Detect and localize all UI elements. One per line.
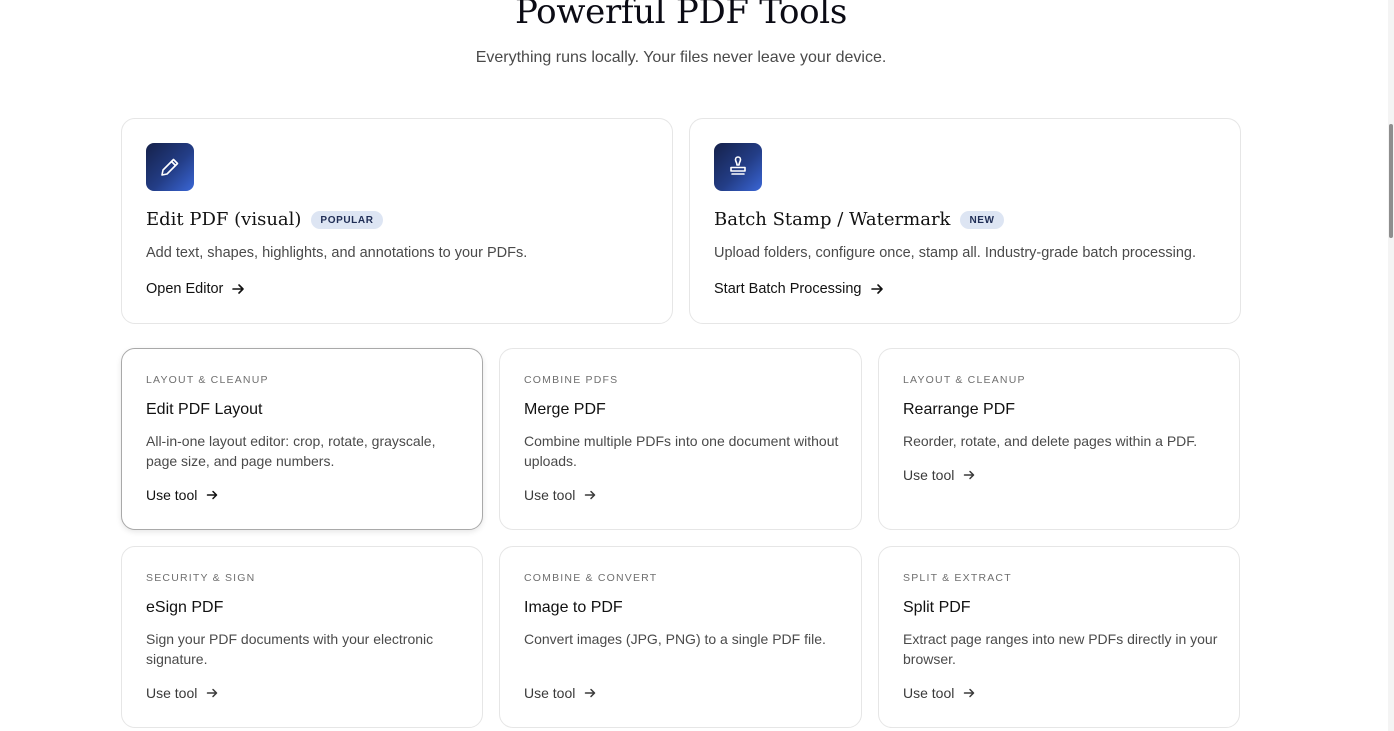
arrow-right-icon (585, 490, 596, 500)
tool-category: SECURITY & SIGN (146, 572, 256, 584)
tool-card-esign-pdf[interactable]: SECURITY & SIGN eSign PDF Sign your PDF … (121, 546, 483, 728)
page-title: Powerful PDF Tools (514, 0, 848, 32)
scrollbar-thumb[interactable] (1389, 124, 1393, 238)
tool-category: LAYOUT & CLEANUP (903, 374, 1026, 386)
featured-title: Batch Stamp / Watermark (714, 209, 951, 230)
featured-card-batch-stamp[interactable]: Batch Stamp / Watermark NEW Upload folde… (689, 118, 1241, 324)
start-batch-processing-label: Start Batch Processing (714, 281, 862, 297)
start-batch-processing-link[interactable]: Start Batch Processing (714, 281, 884, 297)
arrow-right-icon (207, 490, 218, 500)
featured-description: Upload folders, configure once, stamp al… (714, 245, 1196, 261)
page-subtitle: Everything runs locally. Your files neve… (475, 49, 887, 66)
use-tool-label: Use tool (524, 487, 576, 503)
use-tool-label: Use tool (903, 467, 955, 483)
arrow-right-icon (964, 688, 975, 698)
tool-title: Image to PDF (524, 599, 623, 616)
tool-category: COMBINE & CONVERT (524, 572, 658, 584)
use-tool-label: Use tool (146, 685, 198, 701)
tool-category: COMBINE PDFS (524, 374, 619, 386)
arrow-right-icon (585, 688, 596, 698)
tool-title: Merge PDF (524, 401, 606, 418)
use-tool-link[interactable]: Use tool (524, 685, 596, 701)
use-tool-link[interactable]: Use tool (146, 487, 218, 503)
tool-title: eSign PDF (146, 599, 224, 616)
use-tool-link[interactable]: Use tool (146, 685, 218, 701)
popular-badge: POPULAR (311, 210, 383, 229)
featured-title-row: Edit PDF (visual) POPULAR (146, 209, 383, 230)
tool-description: Extract page ranges into new PDFs direct… (903, 631, 1218, 667)
scrollbar-track[interactable] (1388, 0, 1394, 731)
use-tool-link[interactable]: Use tool (903, 685, 975, 701)
tool-title: Edit PDF Layout (146, 401, 263, 418)
use-tool-link[interactable]: Use tool (903, 467, 975, 483)
featured-card-edit-pdf[interactable]: Edit PDF (visual) POPULAR Add text, shap… (121, 118, 673, 324)
use-tool-label: Use tool (903, 685, 955, 701)
arrow-right-icon (232, 284, 245, 294)
tool-description: Convert images (JPG, PNG) to a single PD… (524, 631, 826, 647)
featured-description: Add text, shapes, highlights, and annota… (146, 245, 528, 261)
use-tool-label: Use tool (146, 487, 198, 503)
open-editor-label: Open Editor (146, 281, 224, 297)
tool-card-split-pdf[interactable]: SPLIT & EXTRACT Split PDF Extract page r… (878, 546, 1240, 728)
tool-title: Rearrange PDF (903, 401, 1016, 418)
tool-description: Reorder, rotate, and delete pages within… (903, 433, 1198, 449)
pencil-icon (146, 143, 194, 191)
page: Powerful PDF Tools Everything runs local… (0, 0, 1394, 731)
tool-description: All-in-one layout editor: crop, rotate, … (146, 433, 436, 469)
tool-description: Combine multiple PDFs into one document … (524, 433, 839, 469)
arrow-right-icon (207, 688, 218, 698)
tool-card-image-to-pdf[interactable]: COMBINE & CONVERT Image to PDF Convert i… (499, 546, 862, 728)
arrow-right-icon (870, 284, 883, 294)
stamp-icon (714, 143, 762, 191)
tool-description: Sign your PDF documents with your electr… (146, 631, 434, 667)
tool-card-merge-pdf[interactable]: COMBINE PDFS Merge PDF Combine multiple … (499, 348, 862, 530)
tool-category: SPLIT & EXTRACT (903, 572, 1012, 584)
use-tool-label: Use tool (524, 685, 576, 701)
featured-title-row: Batch Stamp / Watermark NEW (714, 209, 1004, 230)
new-badge: NEW (960, 210, 1004, 229)
use-tool-link[interactable]: Use tool (524, 487, 596, 503)
tool-category: LAYOUT & CLEANUP (146, 374, 269, 386)
featured-title: Edit PDF (visual) (146, 209, 302, 230)
tool-card-edit-pdf-layout[interactable]: LAYOUT & CLEANUP Edit PDF Layout All-in-… (121, 348, 483, 530)
tool-title: Split PDF (903, 599, 971, 616)
tool-card-rearrange-pdf[interactable]: LAYOUT & CLEANUP Rearrange PDF Reorder, … (878, 348, 1240, 530)
open-editor-link[interactable]: Open Editor (146, 281, 245, 297)
arrow-right-icon (964, 470, 975, 480)
